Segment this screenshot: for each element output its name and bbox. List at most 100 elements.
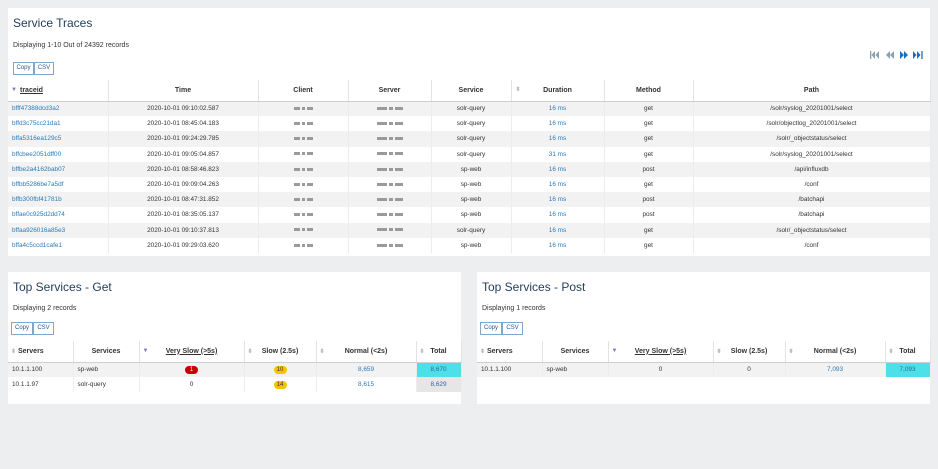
- total-column-header[interactable]: ⬍ Total: [416, 341, 462, 363]
- slow-cell: 14: [244, 377, 317, 393]
- redacted-ip-icon: [293, 105, 314, 112]
- service-traces-panel: Service Traces Displaying 1-10 Out of 24…: [8, 8, 931, 256]
- copy-button[interactable]: Copy: [480, 322, 502, 335]
- duration-cell: 16 ms: [511, 161, 605, 177]
- service-cell: solr-query: [431, 146, 512, 162]
- service-cell: solr-query: [73, 377, 140, 393]
- traceid-cell[interactable]: bffd3c75cc21da1: [8, 116, 109, 132]
- client-cell: [258, 222, 349, 238]
- method-column-header[interactable]: Method: [604, 80, 694, 102]
- redacted-ip-icon: [293, 120, 314, 127]
- last-page-icon[interactable]: [913, 51, 923, 59]
- redacted-ip-icon: [376, 211, 404, 218]
- redacted-ip-icon: [376, 242, 404, 249]
- services-column-header[interactable]: Services: [542, 341, 609, 363]
- duration-cell: 16 ms: [511, 101, 605, 117]
- traces-table: ▼ traceid Time Client Server Service ⬍ D…: [8, 80, 931, 253]
- servers-column-header[interactable]: ⬍ Servers: [8, 341, 74, 363]
- prev-page-icon[interactable]: [885, 51, 895, 59]
- method-cell: get: [604, 146, 694, 162]
- table-row[interactable]: bffd3c75cc21da1 2020-10-01 08:45:04.183 so…: [8, 116, 931, 132]
- redacted-ip-icon: [293, 242, 314, 249]
- top-services-post-record-count: Displaying 1 records: [482, 305, 546, 312]
- next-page-icon[interactable]: [899, 51, 909, 59]
- redacted-ip-icon: [293, 227, 314, 234]
- table-row[interactable]: bffbe2a4162bab07 2020-10-01 08:58:46.823 s…: [8, 161, 931, 177]
- traceid-cell[interactable]: bffa4c5ccd1cafe1: [8, 237, 109, 253]
- traceid-cell[interactable]: bffae0c925d2dd74: [8, 207, 109, 223]
- path-cell: /conf: [693, 176, 931, 193]
- normal-column-header[interactable]: ⬍ Normal (<2s): [785, 341, 886, 363]
- traceid-cell[interactable]: bffaa926016a85e3: [8, 222, 109, 238]
- traceid-cell[interactable]: bffbb5286be7a5df: [8, 176, 109, 193]
- method-cell: get: [604, 237, 694, 253]
- table-row[interactable]: bffaa926016a85e3 2020-10-01 09:10:37.813 s…: [8, 222, 931, 238]
- copy-button[interactable]: Copy: [11, 322, 33, 335]
- traceid-cell[interactable]: bffa5316ea129c5: [8, 131, 109, 147]
- normal-cell: 8,659: [316, 362, 417, 378]
- servers-column-header[interactable]: ⬍ Servers: [477, 341, 543, 363]
- client-cell: [258, 176, 349, 193]
- redacted-ip-icon: [293, 211, 314, 218]
- table-row[interactable]: bffb300fbf41781b 2020-10-01 08:47:31.852 s…: [8, 192, 931, 208]
- table-row[interactable]: 10.1.1.100 sp-web 1 10 8,659 8,670: [8, 362, 462, 378]
- duration-column-header[interactable]: ⬍ Duration: [511, 80, 605, 102]
- table-row[interactable]: bffa4c5ccd1cafe1 2020-10-01 09:29:03.620 s…: [8, 237, 931, 253]
- slow-column-header[interactable]: ⬍ Slow (2.5s): [713, 341, 786, 363]
- normal-cell: 8,615: [316, 377, 417, 393]
- slow-column-header[interactable]: ⬍ Slow (2.5s): [244, 341, 317, 363]
- duration-cell: 31 ms: [511, 146, 605, 162]
- normal-column-header[interactable]: ⬍ Normal (<2s): [316, 341, 417, 363]
- server-cell: [348, 207, 432, 223]
- time-cell: 2020-10-01 08:47:31.852: [108, 192, 259, 208]
- redacted-ip-icon: [376, 166, 404, 173]
- csv-button[interactable]: CSV: [33, 322, 54, 335]
- total-cell: 7,093: [885, 362, 931, 378]
- table-row[interactable]: 10.1.1.100 sp-web 0 0 7,093 7,093: [477, 362, 931, 378]
- service-column-header[interactable]: Service: [431, 80, 512, 102]
- server-column-header[interactable]: Server: [348, 80, 432, 102]
- copy-button[interactable]: Copy: [13, 62, 34, 75]
- server-cell: [348, 101, 432, 117]
- server-cell: [348, 176, 432, 193]
- slow-badge: 10: [273, 365, 287, 374]
- redacted-ip-icon: [376, 151, 404, 158]
- table-row[interactable]: bffae0c925d2dd74 2020-10-01 08:35:05.137 s…: [8, 207, 931, 223]
- table-row[interactable]: bffcbee2051dff00 2020-10-01 09:05:04.857 s…: [8, 146, 931, 162]
- time-cell: 2020-10-01 09:10:02.587: [108, 101, 259, 117]
- method-cell: post: [604, 207, 694, 223]
- duration-cell: 16 ms: [511, 116, 605, 132]
- traceid-cell[interactable]: bfff47388dcd3a2: [8, 101, 109, 117]
- very-slow-column-header[interactable]: ▼ Very Slow (>5s): [608, 341, 714, 363]
- traceid-column-header[interactable]: ▼ traceid: [8, 80, 109, 102]
- client-column-header[interactable]: Client: [258, 80, 349, 102]
- time-column-header[interactable]: Time: [108, 80, 259, 102]
- normal-cell: 7,093: [785, 362, 886, 378]
- table-row[interactable]: bffbb5286be7a5df 2020-10-01 09:09:04.263 s…: [8, 176, 931, 193]
- very-slow-column-header[interactable]: ▼ Very Slow (>5s): [139, 341, 245, 363]
- time-cell: 2020-10-01 08:35:05.137: [108, 207, 259, 223]
- service-cell: sp-web: [431, 237, 512, 253]
- path-cell: /batchapi: [693, 207, 931, 223]
- total-column-header[interactable]: ⬍ Total: [885, 341, 931, 363]
- traceid-cell[interactable]: bffb300fbf41781b: [8, 192, 109, 208]
- csv-button[interactable]: CSV: [34, 62, 54, 75]
- service-cell: solr-query: [431, 101, 512, 117]
- path-cell: /solr/_objectstatus/select: [693, 131, 931, 147]
- top-services-get-record-count: Displaying 2 records: [13, 305, 77, 312]
- server-cell: 10.1.1.100: [8, 362, 74, 378]
- services-column-header[interactable]: Services: [73, 341, 140, 363]
- table-row[interactable]: bfff47388dcd3a2 2020-10-01 09:10:02.587 so…: [8, 101, 931, 117]
- traceid-cell[interactable]: bffbe2a4162bab07: [8, 161, 109, 177]
- client-cell: [258, 101, 349, 117]
- path-column-header[interactable]: Path: [693, 80, 931, 102]
- traceid-cell[interactable]: bffcbee2051dff00: [8, 146, 109, 162]
- csv-button[interactable]: CSV: [502, 322, 523, 335]
- table-row[interactable]: 10.1.1.97 solr-query 0 14 8,615 8,629: [8, 377, 462, 393]
- path-cell: /solr/objectlog_20201001/select: [693, 116, 931, 132]
- duration-cell: 16 ms: [511, 222, 605, 238]
- first-page-icon[interactable]: [870, 51, 880, 59]
- top-services-get-panel: Top Services - Get Displaying 2 records …: [8, 272, 462, 404]
- table-row[interactable]: bffa5316ea129c5 2020-10-01 09:24:29.785 so…: [8, 131, 931, 147]
- slow-badge: 14: [273, 380, 287, 389]
